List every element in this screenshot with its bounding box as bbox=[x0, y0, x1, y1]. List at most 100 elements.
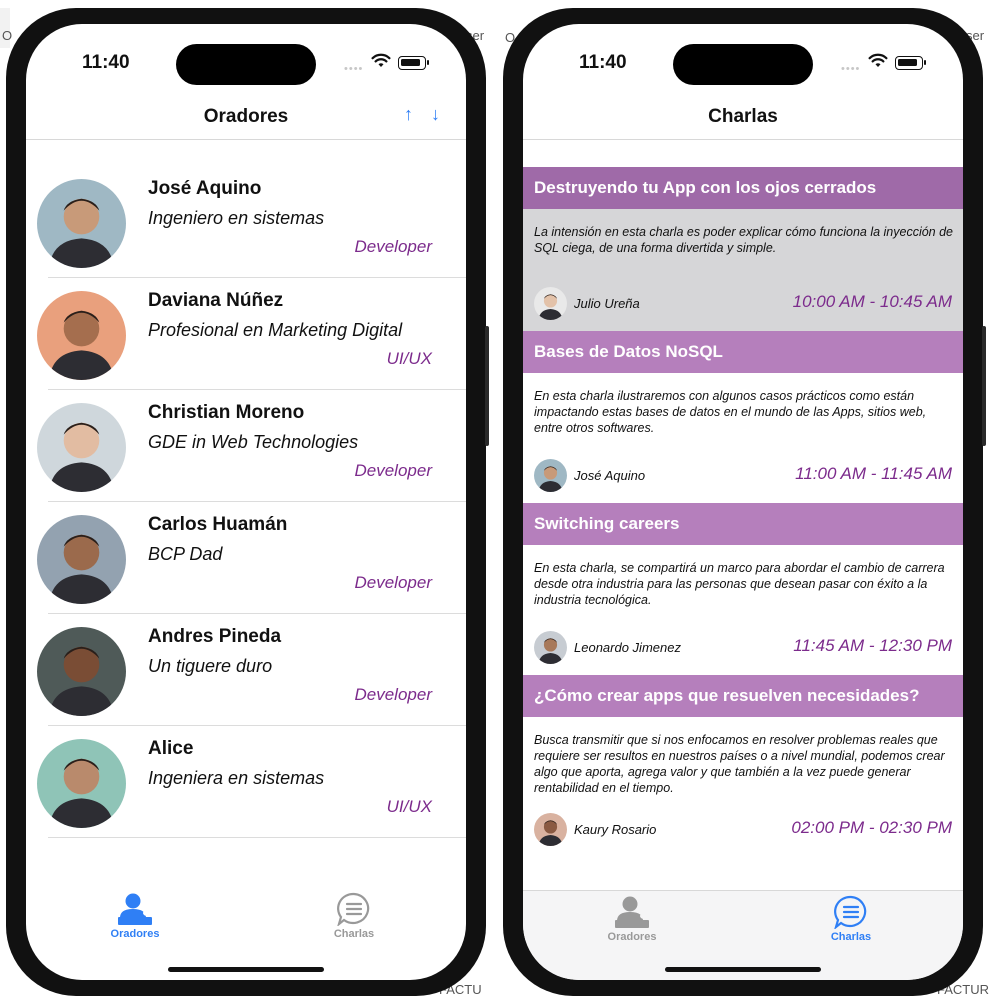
talk-title: ¿Cómo crear apps que resuelven necesidad… bbox=[523, 675, 963, 717]
speaker-row[interactable]: Carlos Huamán BCP Dad Developer bbox=[26, 502, 466, 614]
dynamic-island bbox=[176, 44, 316, 85]
talk-title: Bases de Datos NoSQL bbox=[523, 331, 963, 373]
speaker-title: GDE in Web Technologies bbox=[148, 432, 359, 452]
speaker-row[interactable]: José Aquino Ingeniero en sistemas Develope… bbox=[26, 166, 466, 278]
cellular-signal-icon: •••• bbox=[841, 63, 861, 75]
speaker-name: Alice bbox=[148, 738, 194, 759]
speaker-role: UI/UX bbox=[386, 797, 432, 816]
tab-talks-label: Charlas bbox=[333, 928, 375, 940]
talk-footer: Kaury Rosario 02:00 PM - 02:30 PM bbox=[523, 813, 963, 857]
cellular-signal-icon: •••• bbox=[344, 63, 364, 75]
avatar bbox=[37, 291, 126, 380]
speaker-title: BCP Dad bbox=[148, 544, 223, 564]
speaker-podium-icon bbox=[118, 893, 152, 925]
talk-time: 10:00 AM - 10:45 AM bbox=[792, 292, 952, 311]
avatar bbox=[534, 459, 567, 492]
speaker-name: Daviana Núñez bbox=[148, 290, 284, 311]
avatar bbox=[534, 631, 567, 664]
speaker-row[interactable]: Christian Moreno GDE in Web Technologies D… bbox=[26, 390, 466, 502]
battery-icon bbox=[398, 56, 429, 70]
talk-list: Destruyendo tu App con los ojos cerrados… bbox=[523, 167, 963, 857]
wifi-icon bbox=[868, 53, 888, 67]
talk-speaker: Leonardo Jimenez bbox=[574, 640, 681, 655]
chat-bubble-icon bbox=[337, 892, 370, 926]
navigation-bar: Oradores ↑ ↓ bbox=[26, 96, 466, 140]
speaker-title: Un tiguere duro bbox=[148, 656, 273, 676]
avatar bbox=[37, 739, 126, 828]
speaker-role: Developer bbox=[354, 461, 433, 480]
talk-speaker: Julio Ureña bbox=[574, 296, 640, 311]
speaker-title: Profesional en Marketing Digital bbox=[148, 320, 403, 340]
avatar bbox=[37, 179, 126, 268]
navigation-bar: Charlas bbox=[523, 96, 963, 140]
speaker-name: José Aquino bbox=[148, 178, 262, 199]
home-indicator[interactable] bbox=[665, 967, 821, 972]
talk-time: 11:45 AM - 12:30 PM bbox=[793, 636, 952, 655]
speaker-row[interactable]: Alice Ingeniera en sistemas UI/UX bbox=[26, 726, 466, 838]
tab-bar: Oradores Charlas bbox=[523, 890, 963, 980]
talk-description: En esta charla ilustraremos con algunos … bbox=[534, 389, 927, 435]
talks-screen: 11:40 •••• Charlas Destruyendo tu App co… bbox=[523, 24, 963, 980]
speaker-row[interactable]: Daviana Núñez Profesional en Marketing Di… bbox=[26, 278, 466, 390]
speaker-title: Ingeniera en sistemas bbox=[148, 768, 325, 788]
talk-footer: José Aquino 11:00 AM - 11:45 AM bbox=[523, 459, 963, 503]
talk-card[interactable]: ¿Cómo crear apps que resuelven necesidad… bbox=[523, 675, 963, 857]
phone-side-button bbox=[982, 326, 986, 446]
avatar bbox=[37, 403, 126, 492]
speaker-title: Ingeniero en sistemas bbox=[148, 208, 325, 228]
home-indicator[interactable] bbox=[168, 967, 324, 972]
tab-speakers-label: Oradores bbox=[607, 931, 657, 943]
speaker-role: Developer bbox=[354, 685, 433, 704]
talk-footer: Leonardo Jimenez 11:45 AM - 12:30 PM bbox=[523, 631, 963, 675]
speaker-podium-icon bbox=[615, 896, 649, 928]
wifi-icon bbox=[371, 53, 391, 67]
talk-time: 02:00 PM - 02:30 PM bbox=[791, 818, 952, 837]
talk-speaker: José Aquino bbox=[574, 468, 646, 483]
phone-talks: 11:40 •••• Charlas Destruyendo tu App co… bbox=[503, 8, 986, 996]
avatar bbox=[534, 287, 567, 320]
avatar bbox=[37, 627, 126, 716]
talk-title: Switching careers bbox=[523, 503, 963, 545]
background-text-left: O bbox=[2, 28, 13, 43]
talk-card[interactable]: Bases de Datos NoSQL En esta charla ilus… bbox=[523, 331, 963, 503]
tab-bar: Oradores Charlas bbox=[26, 876, 466, 980]
page-title: Charlas bbox=[708, 106, 778, 127]
phone-speakers: 11:40 •••• Oradores ↑ ↓ José Aquino Ingen… bbox=[6, 8, 489, 996]
dynamic-island bbox=[673, 44, 813, 85]
battery-icon bbox=[895, 56, 926, 70]
talk-speaker: Kaury Rosario bbox=[574, 822, 657, 837]
phone-side-button bbox=[485, 326, 489, 446]
tab-speakers[interactable]: Oradores bbox=[75, 892, 195, 940]
speaker-name: Andres Pineda bbox=[148, 626, 282, 647]
chat-bubble-icon bbox=[834, 895, 867, 929]
tab-talks[interactable]: Charlas bbox=[294, 892, 414, 940]
speaker-role: Developer bbox=[354, 573, 433, 592]
avatar bbox=[534, 813, 567, 846]
talk-body: En esta charla ilustraremos con algunos … bbox=[523, 373, 963, 503]
tab-talks[interactable]: Charlas bbox=[791, 895, 911, 943]
talk-footer: Julio Ureña 10:00 AM - 10:45 AM bbox=[523, 287, 963, 331]
sort-ascending-button[interactable]: ↑ bbox=[404, 104, 413, 125]
talk-description: En esta charla, se compartirá un marco p… bbox=[534, 561, 945, 607]
status-time: 11:40 bbox=[82, 52, 130, 73]
talk-body: En esta charla, se compartirá un marco p… bbox=[523, 545, 963, 675]
talk-description: La intensión en esta charla es poder exp… bbox=[534, 225, 954, 255]
status-bar: 11:40 •••• bbox=[26, 24, 466, 85]
talk-card[interactable]: Switching careers En esta charla, se comp… bbox=[523, 503, 963, 675]
avatar bbox=[37, 515, 126, 604]
speaker-row[interactable]: Andres Pineda Un tiguere duro Developer bbox=[26, 614, 466, 726]
talk-time: 11:00 AM - 11:45 AM bbox=[795, 464, 952, 483]
speaker-name: Carlos Huamán bbox=[148, 514, 288, 535]
talk-card[interactable]: Destruyendo tu App con los ojos cerrados… bbox=[523, 167, 963, 331]
speaker-name: Christian Moreno bbox=[148, 402, 305, 423]
sort-descending-button[interactable]: ↓ bbox=[431, 104, 440, 125]
speakers-screen: 11:40 •••• Oradores ↑ ↓ José Aquino Ingen… bbox=[26, 24, 466, 980]
row-separator bbox=[48, 837, 466, 838]
tab-speakers-label: Oradores bbox=[110, 928, 160, 940]
talk-title: Destruyendo tu App con los ojos cerrados bbox=[523, 167, 963, 209]
page-title: Oradores bbox=[203, 106, 289, 127]
speaker-role: UI/UX bbox=[386, 349, 432, 368]
speaker-list: José Aquino Ingeniero en sistemas Develope… bbox=[26, 166, 466, 838]
talk-body: La intensión en esta charla es poder exp… bbox=[523, 209, 963, 331]
tab-speakers[interactable]: Oradores bbox=[572, 895, 692, 943]
